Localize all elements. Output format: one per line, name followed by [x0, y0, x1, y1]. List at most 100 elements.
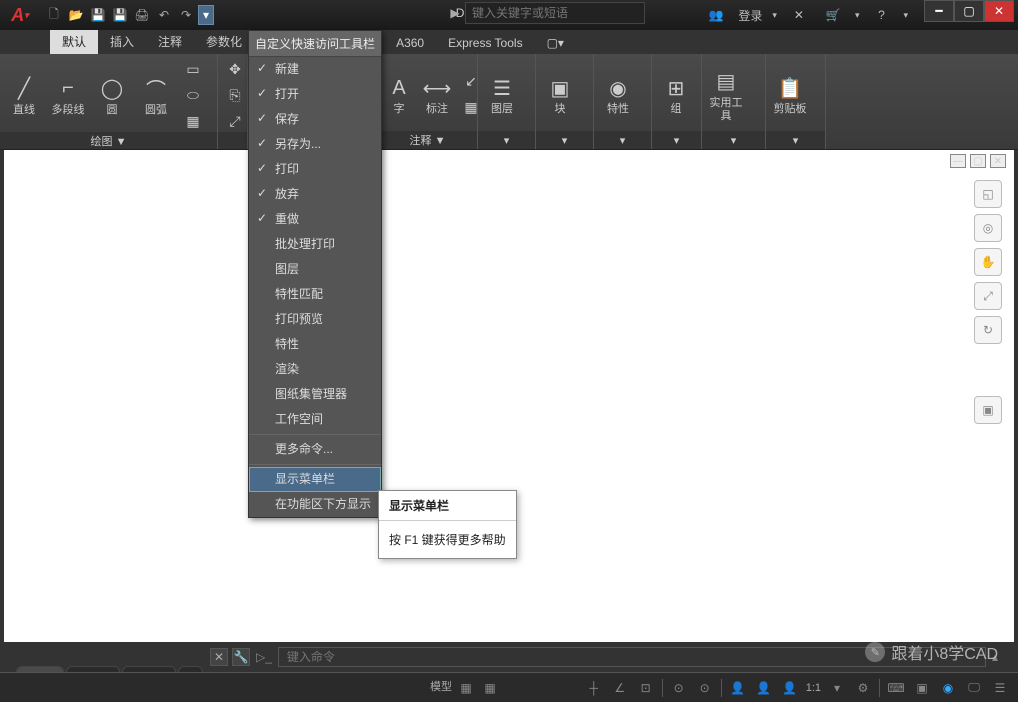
minimize-button[interactable]: ━ [924, 0, 954, 22]
cmd-wrench-icon[interactable]: 🔧 [232, 648, 250, 666]
print-icon[interactable]: 🖨 [132, 5, 152, 25]
search-arrow-icon[interactable]: ▶ [445, 3, 465, 23]
status-person-icon[interactable]: 👤 [728, 678, 748, 698]
stretch-icon[interactable]: ⤢ [224, 110, 246, 132]
status-gear-icon[interactable]: ⚙ [853, 678, 873, 698]
grid-icon[interactable]: ▦ [456, 678, 476, 698]
signin-icon[interactable]: 👥 [704, 3, 728, 27]
save-icon[interactable]: 💾 [88, 5, 108, 25]
status-model-label[interactable]: 模型 [430, 678, 452, 698]
doc-restore-button[interactable]: ▢ [970, 154, 986, 168]
panel-block: ▣块 ▾ [536, 54, 594, 149]
grid2-icon[interactable]: ▦ [480, 678, 500, 698]
status-snap2-icon[interactable]: ⊙ [695, 678, 715, 698]
status-angle-icon[interactable]: ∠ [610, 678, 630, 698]
qat-menu-more-commands[interactable]: 更多命令... [249, 437, 381, 462]
panel-annotation-title[interactable]: 注释 ▼ [378, 131, 477, 149]
qat-menu-item[interactable]: 保存 [249, 107, 381, 132]
circle-tool[interactable]: ◯ 圆 [94, 74, 130, 117]
text-tool[interactable]: A字 [384, 73, 414, 116]
doc-minimize-button[interactable]: — [950, 154, 966, 168]
tab-insert[interactable]: 插入 [98, 29, 146, 54]
properties-tool[interactable]: ◉特性 [600, 73, 636, 116]
block-tool[interactable]: ▣块 [542, 73, 578, 116]
status-person3-icon[interactable]: 👤 [780, 678, 800, 698]
saveas-icon[interactable]: 💾 [110, 5, 130, 25]
qat-menu-item[interactable]: 工作空间 [249, 407, 381, 432]
copy-icon[interactable]: ⎘ [224, 84, 246, 106]
dimension-icon: ⟷ [422, 73, 452, 103]
qat-dropdown-button[interactable]: ▾ [198, 5, 214, 25]
undo-icon[interactable]: ↶ [154, 5, 174, 25]
panel-draw-title[interactable]: 绘图 ▼ [0, 132, 217, 149]
status-toggle-icon[interactable]: ⊡ [636, 678, 656, 698]
ellipse-icon[interactable]: ⬭ [182, 84, 204, 106]
orbit-icon[interactable]: ↻ [974, 316, 1002, 344]
open-icon[interactable]: 📂 [66, 5, 86, 25]
showmotion-icon[interactable]: ▣ [974, 396, 1002, 424]
hatch-icon[interactable]: ▦ [182, 110, 204, 132]
tab-parametric[interactable]: 参数化 [194, 29, 254, 54]
redo-icon[interactable]: ↷ [176, 5, 196, 25]
line-tool[interactable]: ╱ 直线 [6, 74, 42, 117]
polyline-tool[interactable]: ⌐ 多段线 [50, 74, 86, 117]
clipboard-tool[interactable]: 📋剪贴板 [772, 73, 808, 116]
qat-menu-show-below-ribbon[interactable]: 在功能区下方显示 [249, 492, 381, 517]
cmd-close-icon[interactable]: ✕ [210, 648, 228, 666]
status-kb-icon[interactable]: ⌨ [886, 678, 906, 698]
move-icon[interactable]: ✥ [224, 58, 246, 80]
viewcube-icon[interactable]: ◱ [974, 180, 1002, 208]
qat-menu-item[interactable]: 新建 [249, 57, 381, 82]
qat-menu-item[interactable]: 重做 [249, 207, 381, 232]
search-input[interactable] [465, 2, 645, 24]
status-cursor-icon[interactable]: ◉ [938, 678, 958, 698]
new-icon[interactable]: 🗋 [44, 5, 64, 25]
qat-menu-item[interactable]: 特性匹配 [249, 282, 381, 307]
qat-menu-item[interactable]: 图纸集管理器 [249, 382, 381, 407]
login-label[interactable]: 登录 [738, 7, 762, 24]
qat-menu-item[interactable]: 打印预览 [249, 307, 381, 332]
dimension-tool[interactable]: ⟷标注 [422, 73, 452, 116]
tab-switch-icon[interactable]: ▢▾ [535, 32, 576, 54]
qat-menu-item[interactable]: 放弃 [249, 182, 381, 207]
qat-menu-item[interactable]: 批处理打印 [249, 232, 381, 257]
qat-menu-show-menubar[interactable]: 显示菜单栏 [249, 467, 381, 492]
exchange-icon[interactable]: ✕ [787, 3, 811, 27]
app-logo[interactable]: A▾ [0, 0, 40, 30]
panel-layer: ☰图层 ▾ [478, 54, 536, 149]
zoom-extents-icon[interactable]: ⤢ [974, 282, 1002, 310]
help-icon[interactable]: ? [869, 3, 893, 27]
drawing-area[interactable]: — ▢ ✕ ◱ ◎ ✋ ⤢ ↻ ▣ [4, 150, 1014, 642]
status-scale[interactable]: 1:1 [806, 682, 821, 694]
status-down-icon[interactable]: ▾ [827, 678, 847, 698]
tab-default[interactable]: 默认 [50, 29, 98, 54]
qat-menu-item[interactable]: 图层 [249, 257, 381, 282]
status-menu-icon[interactable]: ☰ [990, 678, 1010, 698]
status-max-icon[interactable]: ▣ [912, 678, 932, 698]
qat-menu-item[interactable]: 另存为... [249, 132, 381, 157]
status-snap-icon[interactable]: ⊙ [669, 678, 689, 698]
qat-menu-item[interactable]: 特性 [249, 332, 381, 357]
maximize-button[interactable]: ▢ [954, 0, 984, 22]
tab-annotate[interactable]: 注释 [146, 29, 194, 54]
utilities-tool[interactable]: ▤实用工具 [708, 67, 744, 123]
qat-menu-item[interactable]: 渲染 [249, 357, 381, 382]
pan-icon[interactable]: ✋ [974, 248, 1002, 276]
tab-a360[interactable]: A360 [384, 32, 436, 54]
status-plus-icon[interactable]: ┼ [584, 678, 604, 698]
arc-icon: ⌒ [141, 74, 171, 104]
qat-menu-item[interactable]: 打开 [249, 82, 381, 107]
group-tool[interactable]: ⊞组 [658, 73, 694, 116]
cart-icon[interactable]: 🛒 [821, 3, 845, 27]
doc-close-button[interactable]: ✕ [990, 154, 1006, 168]
arc-tool[interactable]: ⌒ 圆弧 [138, 74, 174, 117]
wheel-icon[interactable]: ◎ [974, 214, 1002, 242]
qat-menu-item[interactable]: 打印 [249, 157, 381, 182]
close-button[interactable]: ✕ [984, 0, 1014, 22]
tooltip-title: 显示菜单栏 [379, 491, 516, 521]
tab-express[interactable]: Express Tools [436, 32, 534, 54]
rect-icon[interactable]: ▭ [182, 58, 204, 80]
layer-tool[interactable]: ☰图层 [484, 73, 520, 116]
status-person2-icon[interactable]: 👤 [754, 678, 774, 698]
status-monitor-icon[interactable]: 🖵 [964, 678, 984, 698]
